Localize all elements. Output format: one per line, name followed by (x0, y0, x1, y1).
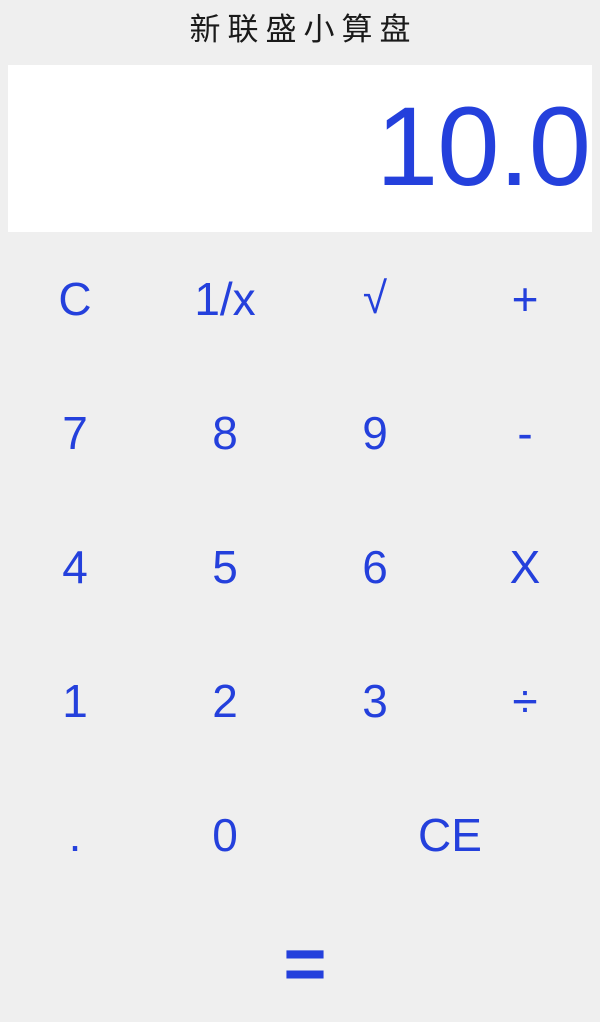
key-0[interactable]: 0 (150, 768, 300, 902)
key-square-root[interactable]: √ (300, 232, 450, 366)
key-4[interactable]: 4 (0, 500, 150, 634)
key-clear-entry[interactable]: CE (300, 768, 600, 902)
key-8[interactable]: 8 (150, 366, 300, 500)
key-divide[interactable]: ÷ (450, 634, 600, 768)
key-multiply[interactable]: X (450, 500, 600, 634)
calculator-app: 新联盛小算盘 10.0 C 1/x √ + 7 8 9 - 4 5 6 X 1 … (0, 0, 600, 1022)
display-value: 10.0 (376, 83, 591, 209)
key-clear[interactable]: C (0, 232, 150, 366)
title-bar: 新联盛小算盘 (0, 0, 600, 65)
key-subtract[interactable]: - (450, 366, 600, 500)
key-reciprocal[interactable]: 1/x (150, 232, 300, 366)
display-panel: 10.0 (8, 65, 592, 232)
key-decimal[interactable]: . (0, 768, 150, 902)
key-add[interactable]: + (450, 232, 600, 366)
key-5[interactable]: 5 (150, 500, 300, 634)
page-title: 新联盛小算盘 (189, 12, 418, 48)
key-7[interactable]: 7 (0, 366, 150, 500)
key-1[interactable]: 1 (0, 634, 150, 768)
keypad: C 1/x √ + 7 8 9 - 4 5 6 X 1 2 3 ÷ . 0 CE (0, 232, 600, 902)
key-6[interactable]: 6 (300, 500, 450, 634)
key-3[interactable]: 3 (300, 634, 450, 768)
key-2[interactable]: 2 (150, 634, 300, 768)
key-equals[interactable]: = (283, 927, 326, 1001)
key-9[interactable]: 9 (300, 366, 450, 500)
equals-row: = (0, 902, 600, 1022)
